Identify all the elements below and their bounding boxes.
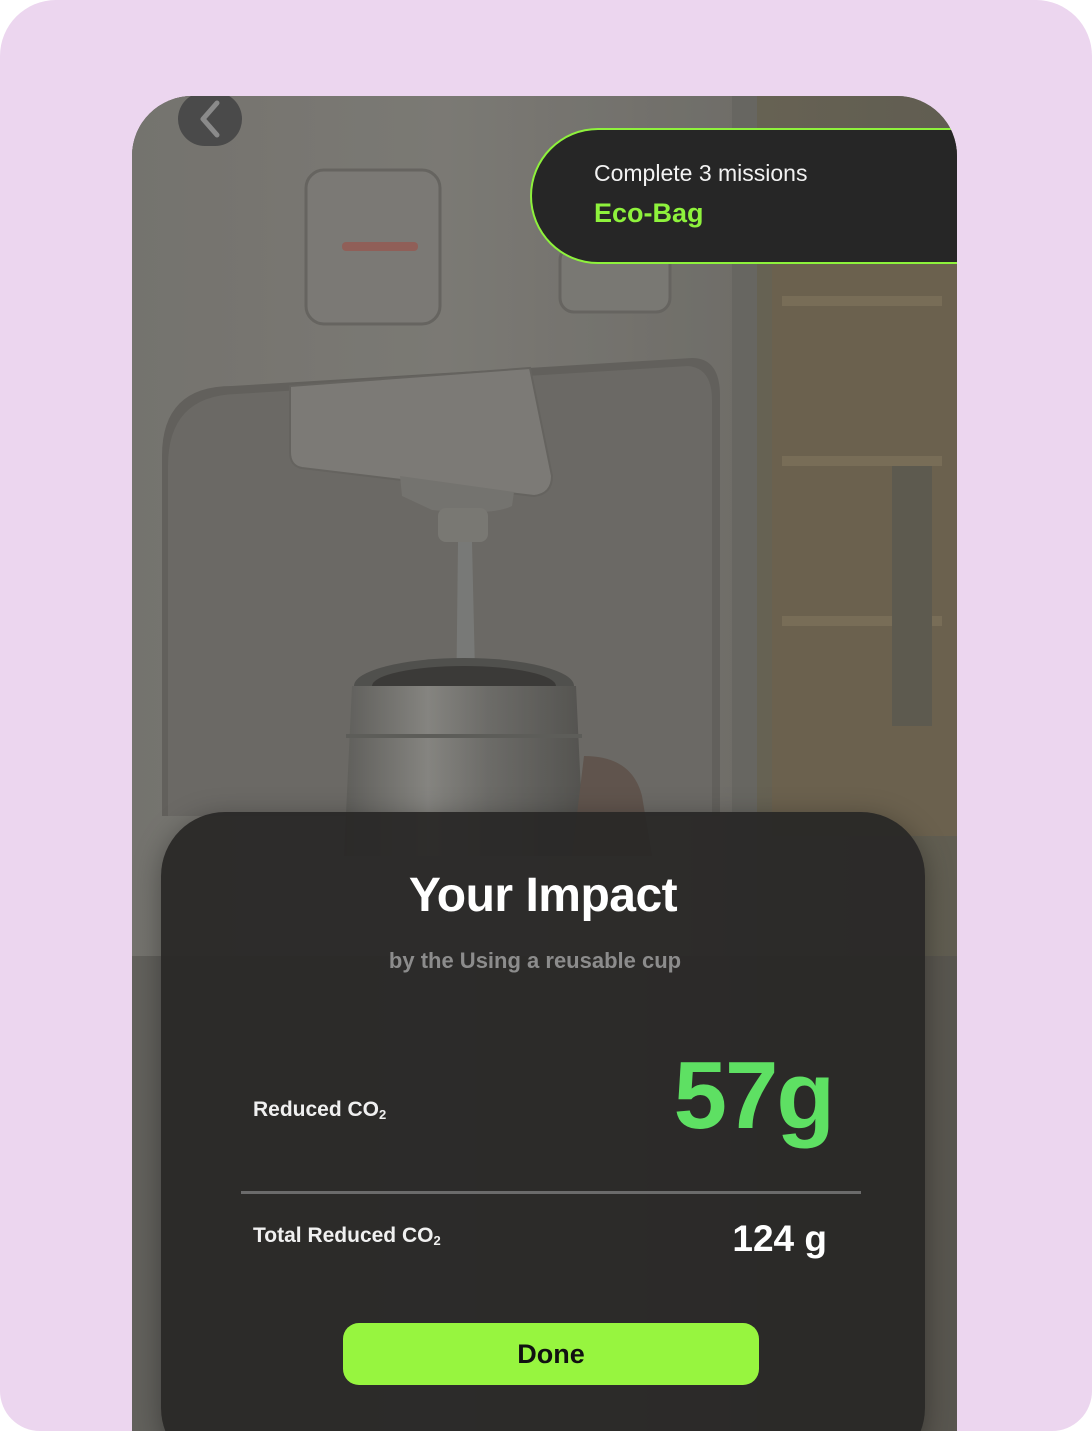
total-reduced-co2-label-sub: 2 [433, 1233, 441, 1248]
chevron-left-icon [200, 100, 220, 138]
mission-reward: Eco-Bag [594, 198, 704, 228]
total-reduced-co2-label: Total Reduced CO2 [253, 1224, 441, 1248]
divider [241, 1191, 861, 1194]
back-button[interactable] [178, 96, 242, 146]
phone-frame: Complete 3 missions Eco-Bag Your Impact … [132, 96, 957, 1431]
impact-subtitle: by the Using a reusable cup [388, 948, 682, 973]
mission-title: Complete 3 missions [594, 160, 808, 186]
reduced-co2-label-sub: 2 [379, 1107, 387, 1122]
impact-card: Your Impact by the Using a reusable cup … [161, 812, 925, 1431]
total-reduced-co2-label-text: Total Reduced CO [253, 1224, 434, 1247]
total-reduced-co2-value: 124 g [732, 1218, 827, 1259]
reduced-co2-label: Reduced CO2 [253, 1098, 386, 1122]
done-button[interactable]: Done [343, 1323, 759, 1385]
impact-title: Your Impact [408, 869, 678, 922]
reduced-co2-label-text: Reduced CO [253, 1098, 380, 1121]
screen-background: Complete 3 missions Eco-Bag Your Impact … [0, 0, 1092, 1431]
mission-banner[interactable]: Complete 3 missions Eco-Bag [530, 128, 957, 264]
reduced-co2-value: 57g [673, 1042, 835, 1149]
